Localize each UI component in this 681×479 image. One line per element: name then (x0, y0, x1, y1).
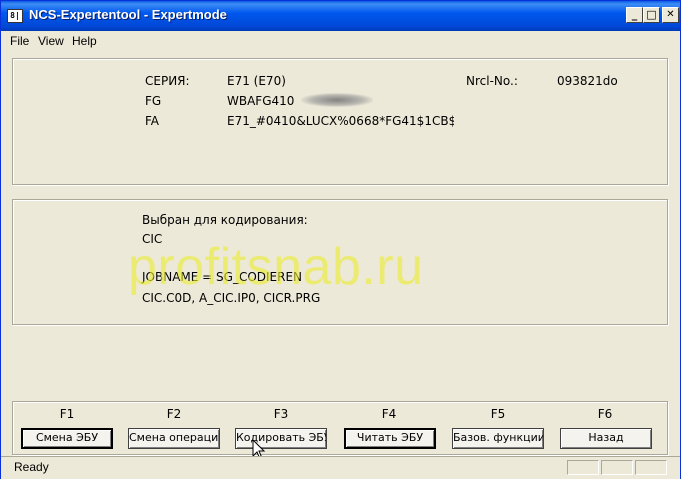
watermark: profitsnab.ru (128, 238, 424, 296)
close-icon: ✕ (666, 9, 675, 20)
basic-functions-button[interactable]: Базов. функции (452, 428, 544, 449)
status-text: Ready (14, 460, 49, 474)
fa-label: FA (145, 114, 160, 128)
menu-help[interactable]: Help (72, 34, 97, 48)
window-title: NCS-Expertentool - Expertmode (29, 7, 227, 22)
fa-value: E71_#0410&LUCX%0668*FG41$1CB$21 (227, 114, 454, 128)
title-bar[interactable]: 8| NCS-Expertentool - Expertmode _ □ ✕ (1, 1, 680, 31)
status-pane-1 (567, 460, 599, 475)
vin-redaction (301, 93, 373, 107)
series-value: E71 (E70) (227, 74, 286, 88)
series-label: СЕРИЯ: (145, 74, 190, 88)
fkey-f2: F2 (166, 407, 182, 421)
fg-value: WBAFG410 (227, 94, 295, 108)
fkey-f6: F6 (597, 407, 613, 421)
app-window: 8| NCS-Expertentool - Expertmode _ □ ✕ F… (0, 0, 681, 479)
fkey-f4: F4 (381, 407, 397, 421)
status-pane-2 (601, 460, 633, 475)
status-pane-3 (635, 460, 667, 475)
status-bar: Ready (1, 456, 680, 479)
maximize-button[interactable]: □ (643, 7, 660, 23)
back-button[interactable]: Назад (560, 428, 652, 449)
minimize-icon: _ (631, 8, 638, 21)
menu-file[interactable]: File (10, 34, 29, 48)
close-button[interactable]: ✕ (662, 7, 679, 23)
fkey-f1: F1 (59, 407, 75, 421)
code-ecu-button[interactable]: Кодировать ЭБУ (235, 428, 327, 449)
menu-view[interactable]: View (38, 34, 64, 48)
fkey-f3: F3 (273, 407, 289, 421)
nrcl-value: 093821do (557, 74, 618, 88)
menu-bar: File View Help (1, 31, 680, 51)
minimize-button[interactable]: _ (626, 7, 643, 23)
app-icon[interactable]: 8| (7, 9, 23, 23)
selected-for-coding-label: Выбран для кодирования: (142, 213, 308, 227)
nrcl-label: Nrcl-No.: (466, 74, 518, 88)
maximize-icon: □ (646, 8, 657, 21)
change-operation-button[interactable]: Смена операции (128, 428, 220, 449)
read-ecu-button[interactable]: Читать ЭБУ (344, 428, 436, 449)
fg-label: FG (145, 94, 162, 108)
app-icon-glyph: 8| (10, 11, 20, 20)
fkey-f5: F5 (490, 407, 506, 421)
change-ecu-button[interactable]: Смена ЭБУ (21, 428, 113, 449)
